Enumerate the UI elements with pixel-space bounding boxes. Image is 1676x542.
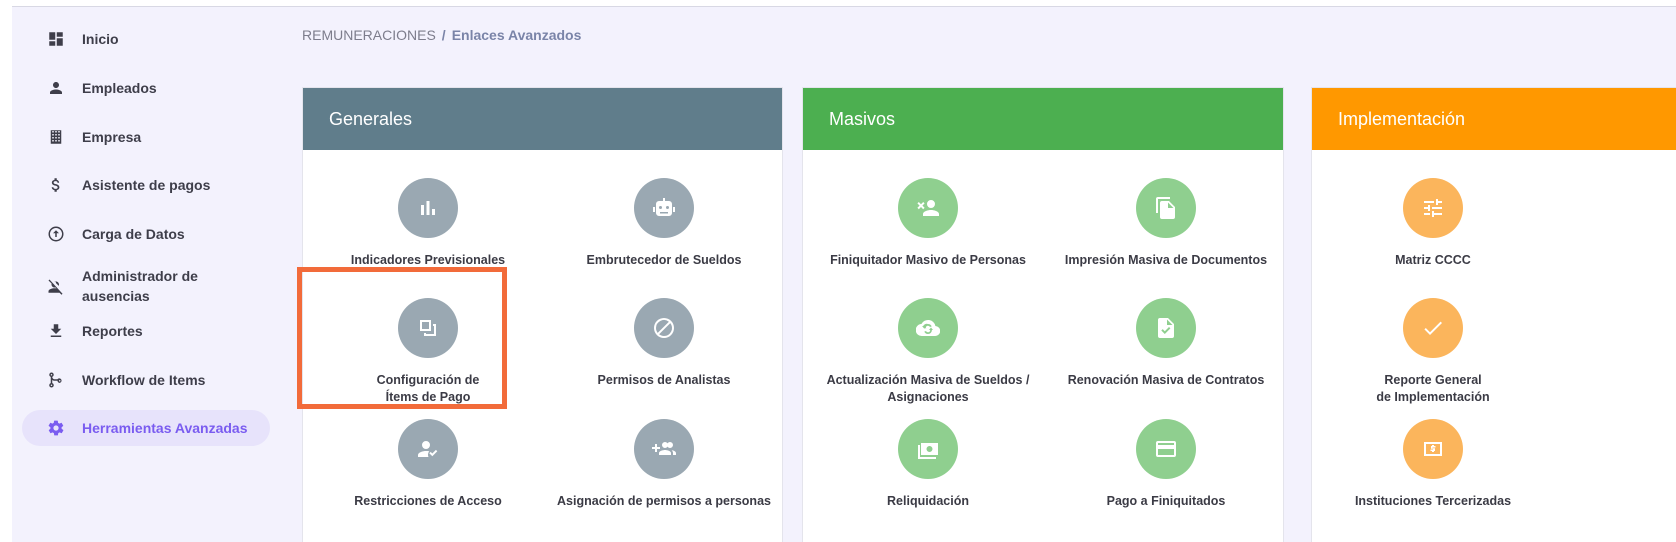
bar-chart-icon bbox=[398, 178, 458, 238]
tool-pago-finiquitados[interactable]: Pago a Finiquitados bbox=[1041, 419, 1291, 510]
tool-indicadores-previsionales[interactable]: Indicadores Previsionales bbox=[303, 178, 553, 269]
sidebar-item-carga-datos[interactable]: Carga de Datos bbox=[22, 216, 270, 252]
documents-icon bbox=[1136, 178, 1196, 238]
breadcrumb-current: Enlaces Avanzados bbox=[451, 27, 582, 43]
sidebar-item-empleados[interactable]: Empleados bbox=[22, 70, 270, 106]
tool-label: Actualización Masiva de Sueldos / Asigna… bbox=[826, 373, 1030, 404]
sidebar-item-inicio[interactable]: Inicio bbox=[22, 21, 270, 57]
sidebar-item-label: Empleados bbox=[82, 80, 157, 96]
breadcrumb-separator: / bbox=[441, 27, 446, 43]
tool-label: Permisos de Analistas bbox=[597, 373, 731, 387]
tool-label: Embrutecedor de Sueldos bbox=[586, 253, 742, 267]
tool-impresion-masiva[interactable]: Impresión Masiva de Documentos bbox=[1041, 178, 1291, 269]
highlight-box bbox=[297, 267, 507, 409]
breadcrumb-root[interactable]: REMUNERACIONES bbox=[302, 27, 436, 43]
page: Inicio Empleados Empresa Asistente de pa… bbox=[12, 6, 1676, 542]
sidebar-item-ausencias[interactable]: Administrador de ausencias bbox=[22, 263, 270, 309]
sidebar-item-label: Administrador de ausencias bbox=[82, 268, 198, 304]
sidebar: Inicio Empleados Empresa Asistente de pa… bbox=[12, 7, 282, 537]
tool-embrutecedor-sueldos[interactable]: Embrutecedor de Sueldos bbox=[539, 178, 789, 269]
money-icon bbox=[898, 419, 958, 479]
tool-instituciones-tercerizadas[interactable]: Instituciones Tercerizadas bbox=[1308, 419, 1558, 510]
tool-asignacion-permisos[interactable]: Asignación de permisos a personas bbox=[539, 419, 789, 510]
sidebar-item-label: Inicio bbox=[82, 31, 119, 47]
tool-label: Asignación de permisos a personas bbox=[557, 494, 771, 508]
sidebar-item-empresa[interactable]: Empresa bbox=[22, 119, 270, 155]
tool-label: Pago a Finiquitados bbox=[1106, 494, 1226, 508]
person-off-icon bbox=[46, 276, 66, 296]
upload-circle-icon bbox=[46, 224, 66, 244]
tool-actualizacion-masiva[interactable]: Actualización Masiva de Sueldos / Asigna… bbox=[803, 298, 1053, 406]
person-check-icon bbox=[398, 419, 458, 479]
building-icon bbox=[46, 127, 66, 147]
card-header-masivos: Masivos bbox=[803, 88, 1283, 150]
tool-restricciones-acceso[interactable]: Restricciones de Acceso bbox=[303, 419, 553, 510]
sidebar-item-label: Carga de Datos bbox=[82, 226, 185, 242]
robot-icon bbox=[634, 178, 694, 238]
download-icon bbox=[46, 321, 66, 341]
file-check-icon bbox=[1136, 298, 1196, 358]
sidebar-item-label: Asistente de pagos bbox=[82, 177, 211, 193]
card-masivos: Masivos Finiquitador Masivo de Personas … bbox=[802, 87, 1284, 542]
sidebar-item-workflow[interactable]: Workflow de Items bbox=[22, 362, 270, 398]
card-header-generales: Generales bbox=[303, 88, 782, 150]
card-implementacion: Implementación Matriz CCCC Reporte Gener… bbox=[1311, 87, 1676, 542]
card-icon bbox=[1136, 419, 1196, 479]
cash-icon bbox=[1403, 419, 1463, 479]
person-remove-icon bbox=[898, 178, 958, 238]
dollar-icon bbox=[46, 175, 66, 195]
tool-matriz-cccc[interactable]: Matriz CCCC bbox=[1308, 178, 1558, 269]
sidebar-item-label: Herramientas Avanzadas bbox=[82, 420, 248, 436]
sidebar-item-reportes[interactable]: Reportes bbox=[22, 313, 270, 349]
group-add-icon bbox=[634, 419, 694, 479]
tool-reliquidacion[interactable]: Reliquidación bbox=[803, 419, 1053, 510]
tool-finiquitador-masivo[interactable]: Finiquitador Masivo de Personas bbox=[803, 178, 1053, 269]
sidebar-item-label: Workflow de Items bbox=[82, 372, 206, 388]
tool-label: Restricciones de Acceso bbox=[354, 494, 502, 508]
tune-icon bbox=[1403, 178, 1463, 238]
branch-icon bbox=[46, 370, 66, 390]
person-icon bbox=[46, 78, 66, 98]
sidebar-item-asistente-pagos[interactable]: Asistente de pagos bbox=[22, 167, 270, 203]
tool-label: Matriz CCCC bbox=[1395, 253, 1471, 267]
check-icon bbox=[1403, 298, 1463, 358]
tool-label: Reporte General de Implementación bbox=[1376, 373, 1490, 404]
tool-label: Impresión Masiva de Documentos bbox=[1064, 253, 1268, 267]
block-icon bbox=[634, 298, 694, 358]
breadcrumb: REMUNERACIONES / Enlaces Avanzados bbox=[302, 27, 581, 43]
sidebar-item-label: Empresa bbox=[82, 129, 142, 145]
sidebar-item-herramientas[interactable]: Herramientas Avanzadas bbox=[22, 410, 270, 446]
tool-label: Reliquidación bbox=[887, 494, 969, 508]
dashboard-icon bbox=[46, 29, 66, 49]
tool-label: Instituciones Tercerizadas bbox=[1354, 494, 1512, 508]
tool-permisos-analistas[interactable]: Permisos de Analistas bbox=[539, 298, 789, 389]
card-header-implementacion: Implementación bbox=[1312, 88, 1676, 150]
tool-label: Renovación Masiva de Contratos bbox=[1067, 373, 1265, 387]
tool-label: Finiquitador Masivo de Personas bbox=[830, 253, 1026, 267]
sidebar-item-label: Reportes bbox=[82, 323, 143, 339]
gear-icon bbox=[46, 418, 66, 438]
cloud-sync-icon bbox=[898, 298, 958, 358]
tool-renovacion-contratos[interactable]: Renovación Masiva de Contratos bbox=[1041, 298, 1291, 389]
tool-reporte-general[interactable]: Reporte General de Implementación bbox=[1308, 298, 1558, 406]
